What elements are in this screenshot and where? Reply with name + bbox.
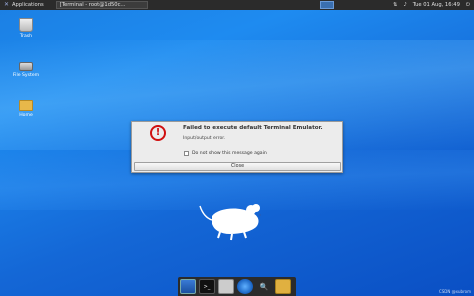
workspace-switcher[interactable] bbox=[320, 1, 334, 9]
power-icon[interactable]: ⏻ bbox=[466, 0, 470, 10]
do-not-show-checkbox-row[interactable]: Do not show this message again bbox=[184, 151, 267, 156]
xfce-logo-icon: ✕ bbox=[4, 1, 10, 8]
desktop-icon-label: File System bbox=[12, 73, 40, 78]
watermark: CSDN @xubrom bbox=[438, 289, 471, 294]
desktop-icon-label: Home bbox=[19, 113, 33, 118]
show-desktop-icon[interactable] bbox=[180, 279, 196, 294]
applications-label: Applications bbox=[12, 2, 44, 8]
system-tray: ⇅ ♪ Tue 01 Aug, 16:49 ⏻ bbox=[393, 0, 470, 10]
error-dialog: ! Failed to execute default Terminal Emu… bbox=[131, 121, 343, 173]
dialog-message: Input/output error. bbox=[183, 136, 226, 141]
desktop-icon-label: Trash bbox=[19, 34, 33, 39]
drive-icon bbox=[19, 62, 33, 71]
xfce-mouse-logo bbox=[199, 204, 262, 241]
desktop-icon-trash[interactable]: Trash bbox=[9, 18, 43, 39]
taskbar-button-terminal[interactable]: [Terminal - root@1d50c... bbox=[55, 1, 148, 9]
error-icon: ! bbox=[150, 125, 166, 141]
bottom-dock: >_ 🔍 bbox=[178, 277, 296, 296]
applications-menu[interactable]: ✕ Applications bbox=[0, 0, 48, 10]
desktop-icon-file-system[interactable]: File System bbox=[9, 58, 43, 78]
network-icon[interactable]: ⇅ bbox=[393, 0, 397, 10]
trash-icon bbox=[19, 18, 33, 32]
terminal-icon[interactable]: >_ bbox=[199, 279, 215, 294]
home-folder-icon bbox=[19, 100, 33, 111]
dialog-title: Failed to execute default Terminal Emula… bbox=[183, 125, 323, 131]
notification-icon[interactable]: ♪ bbox=[403, 0, 406, 10]
clock[interactable]: Tue 01 Aug, 16:49 bbox=[413, 0, 460, 10]
folder-icon[interactable] bbox=[275, 279, 291, 294]
web-browser-icon[interactable] bbox=[237, 279, 253, 294]
close-button[interactable]: Close bbox=[134, 162, 341, 171]
taskbar-button-label: [Terminal - root@1d50c... bbox=[59, 2, 126, 8]
app-finder-icon[interactable]: 🔍 bbox=[256, 279, 272, 294]
checkbox-label: Do not show this message again bbox=[192, 151, 267, 156]
file-manager-icon[interactable] bbox=[218, 279, 234, 294]
do-not-show-checkbox[interactable] bbox=[184, 151, 189, 156]
desktop-icon-home[interactable]: Home bbox=[9, 97, 43, 118]
top-panel: ✕ Applications [Terminal - root@1d50c...… bbox=[0, 0, 474, 10]
